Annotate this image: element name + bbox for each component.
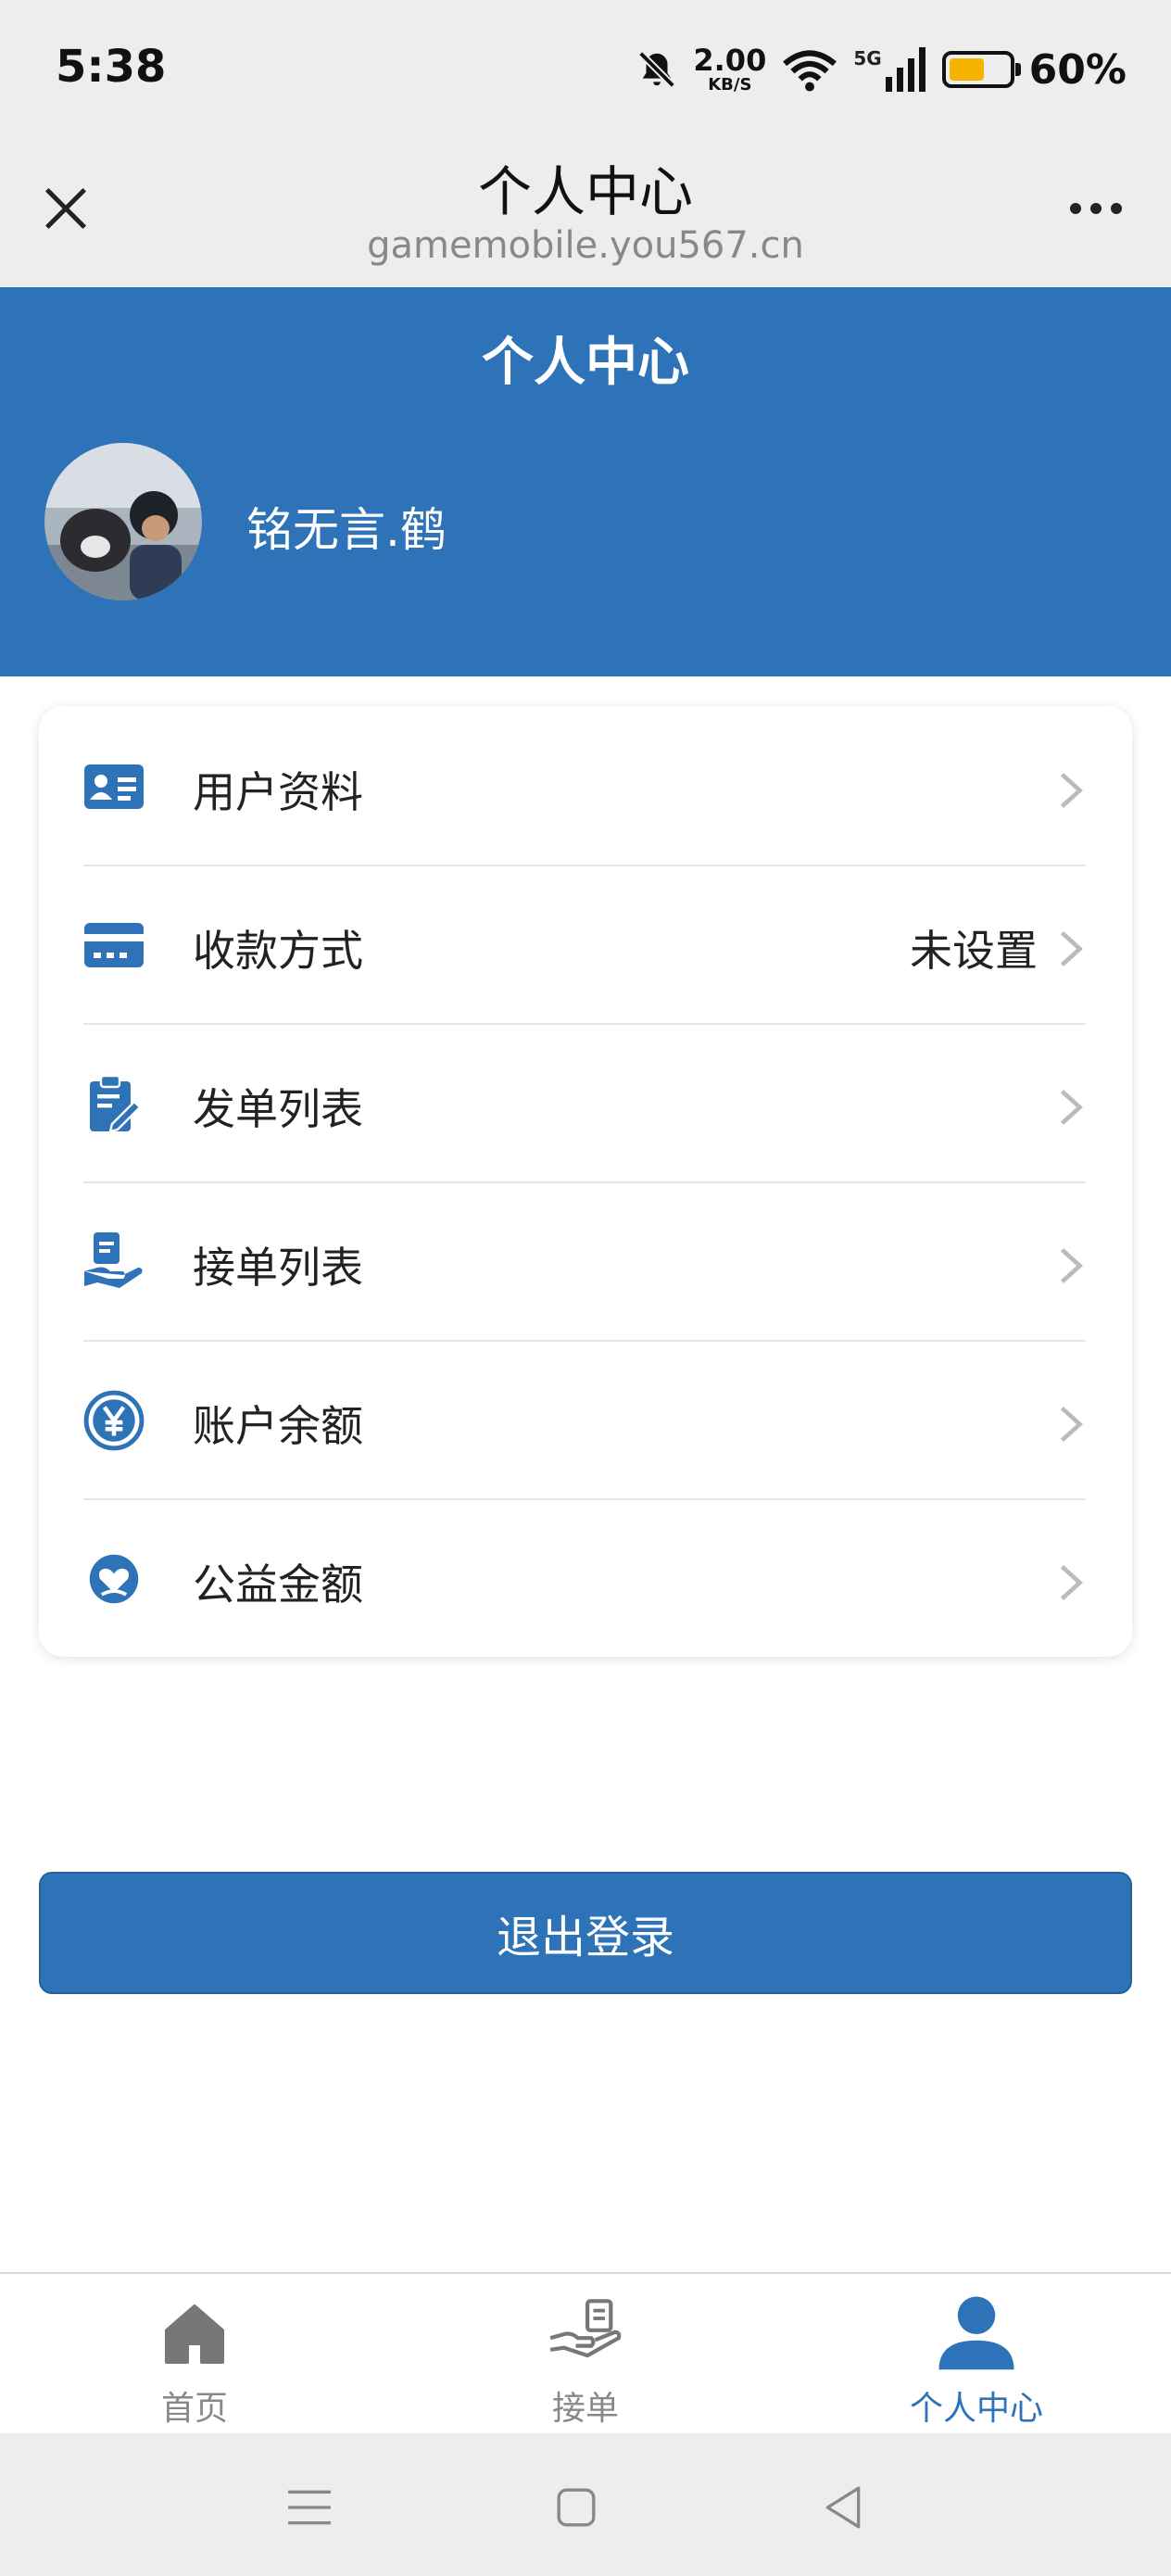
- menu-item-posted-orders[interactable]: 发单列表: [39, 1023, 1132, 1181]
- id-card-icon: [80, 752, 148, 821]
- avatar-image: [44, 443, 202, 600]
- profile-header: 个人中心 铭无言.鹤: [0, 287, 1171, 676]
- chevron-right-icon: [1060, 773, 1084, 808]
- menu-lines-icon: [288, 2490, 331, 2525]
- profile-header-title: 个人中心: [482, 333, 689, 393]
- chevron-right-icon: [1060, 931, 1084, 966]
- mute-bell-icon: [638, 51, 676, 88]
- menu-button[interactable]: [272, 2470, 346, 2544]
- menu-item-label: 公益金额: [193, 1559, 363, 1610]
- more-dot: [1090, 203, 1102, 214]
- nav-item-profile[interactable]: 个人中心: [856, 2292, 1097, 2431]
- menu-card: 用户资料 收款方式 未设置 发单列表 接单列表 账户余额 公益金额: [39, 706, 1132, 1657]
- system-nav-bar: [0, 2433, 1171, 2576]
- status-icons: 2.00 KB/S 5G 60%: [636, 37, 1127, 102]
- hand-receive-icon: [544, 2292, 627, 2376]
- battery-icon: [941, 51, 1021, 88]
- page-title: 个人中心: [477, 160, 693, 223]
- payment-card-icon: [80, 911, 148, 979]
- more-button[interactable]: [1054, 176, 1138, 241]
- chevron-right-icon: [1060, 1090, 1084, 1125]
- user-icon: [935, 2292, 1018, 2376]
- menu-item-label: 收款方式: [193, 926, 363, 976]
- more-dot: [1111, 203, 1122, 214]
- menu-item-account-balance[interactable]: 账户余额: [39, 1340, 1132, 1498]
- network-type: 5G: [853, 47, 882, 69]
- menu-item-label: 接单列表: [193, 1243, 363, 1293]
- home-icon: [153, 2292, 236, 2376]
- battery-fill: [949, 58, 984, 81]
- net-speed: 2.00 KB/S: [693, 45, 766, 94]
- signal-icon: 5G: [853, 47, 926, 92]
- nav-label: 接单: [551, 2390, 619, 2428]
- chevron-right-icon: [1060, 1407, 1084, 1442]
- chevron-right-icon: [1060, 1565, 1084, 1600]
- back-triangle-icon: [825, 2486, 861, 2529]
- clipboard-icon: [80, 1069, 148, 1138]
- more-dot: [1070, 203, 1081, 214]
- menu-item-label: 账户余额: [193, 1401, 363, 1451]
- menu-item-label: 发单列表: [193, 1084, 363, 1134]
- battery-percent: 60%: [1028, 45, 1127, 94]
- avatar[interactable]: [44, 443, 202, 600]
- back-button[interactable]: [806, 2470, 880, 2544]
- menu-item-value: 未设置: [910, 926, 1038, 976]
- menu-item-user-profile[interactable]: 用户资料: [39, 706, 1132, 865]
- menu-item-accepted-orders[interactable]: 接单列表: [39, 1181, 1132, 1340]
- logout-button[interactable]: 退出登录: [39, 1872, 1132, 1994]
- menu-item-payment-method[interactable]: 收款方式 未设置: [39, 865, 1132, 1023]
- net-speed-value: 2.00: [693, 43, 767, 78]
- nav-item-orders[interactable]: 接单: [465, 2292, 706, 2431]
- nav-item-home[interactable]: 首页: [74, 2292, 315, 2431]
- chevron-right-icon: [1060, 1248, 1084, 1283]
- browser-title-bar: 个人中心 gamemobile.you567.cn: [0, 139, 1171, 287]
- charity-heart-icon: [80, 1545, 148, 1613]
- hand-receive-icon: [80, 1228, 148, 1296]
- username: 铭无言.鹤: [246, 503, 447, 557]
- nav-label: 首页: [160, 2390, 228, 2428]
- bottom-nav: 首页 接单 个人中心: [0, 2272, 1171, 2433]
- yen-icon: [80, 1386, 148, 1455]
- status-bar: 5:38 2.00 KB/S 5G 60%: [0, 0, 1171, 139]
- page-url: gamemobile.you567.cn: [367, 224, 804, 267]
- menu-item-label: 用户资料: [193, 767, 363, 817]
- nav-label: 个人中心: [909, 2390, 1043, 2428]
- menu-item-charity-amount[interactable]: 公益金额: [39, 1498, 1132, 1657]
- net-speed-unit: KB/S: [708, 75, 752, 95]
- wifi-icon: [783, 50, 837, 92]
- square-icon: [557, 2488, 596, 2527]
- status-time: 5:38: [56, 41, 167, 93]
- home-button[interactable]: [539, 2470, 613, 2544]
